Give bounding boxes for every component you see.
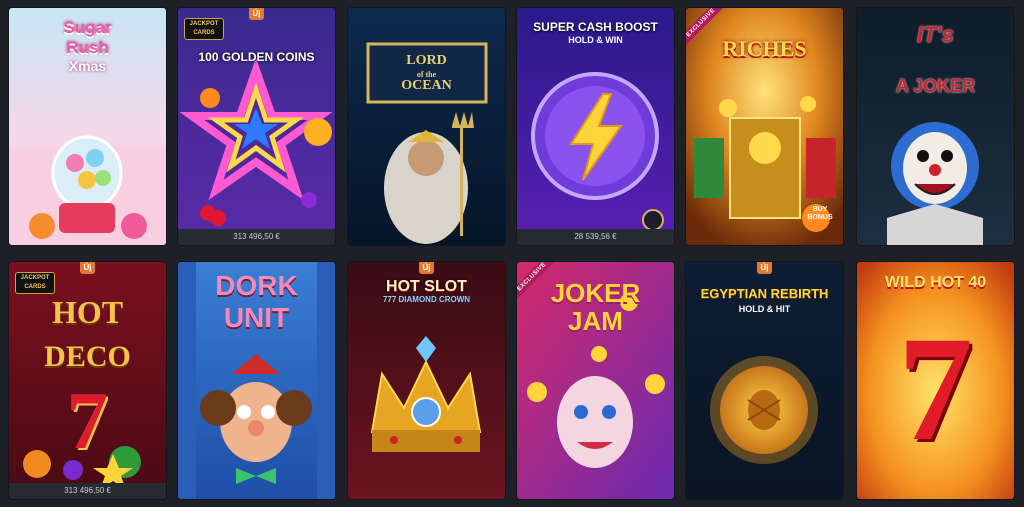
jackpot-amount: 313 496,50 €: [9, 483, 166, 499]
game-tile-riches[interactable]: EXCLUSIVE RICHES BUY BONUS: [686, 8, 843, 245]
new-badge: Új: [80, 262, 95, 274]
game-tile-sugar-rush-xmas[interactable]: Sugar Rush Xmas: [9, 8, 166, 245]
game-title-line1: HOT: [51, 294, 124, 330]
game-title-line2: HOLD & HIT: [738, 304, 791, 314]
game-title-line3: Xmas: [68, 58, 107, 74]
game-title-line3: OCEAN: [401, 78, 452, 93]
game-title-line2: Rush: [66, 38, 109, 57]
game-tile-lord-of-the-ocean[interactable]: LORD of the OCEAN: [348, 8, 505, 245]
game-title-line1: EGYPTIAN REBIRTH: [700, 286, 829, 301]
buy-bonus-label: BUY BONUS: [807, 206, 833, 221]
game-title-line1: Sugar: [63, 18, 112, 37]
game-title: RICHES: [722, 36, 807, 61]
game-title-line1: SUPER CASH BOOST: [533, 20, 658, 34]
game-title-line1: JOKER: [550, 278, 641, 308]
lucky-seven-symbol: 7: [67, 375, 108, 466]
game-tile-egyptian-rebirth[interactable]: Új EGYPTIAN REBIRTH HOLD & HIT: [686, 262, 843, 499]
game-tile-super-cash-boost[interactable]: SUPER CASH BOOST HOLD & WIN 28 539,56 €: [517, 8, 674, 245]
new-badge: Új: [249, 8, 264, 20]
game-title: WILD HOT 40: [884, 274, 987, 291]
game-title-line2: A JOKER: [895, 76, 976, 96]
game-title-line1: LORD: [406, 53, 447, 68]
jackpot-amount: 28 539,56 €: [517, 229, 674, 245]
game-tile-hot-deco[interactable]: JACKPOT CARDS Új HOT DECO 7 313 496,50 €: [9, 262, 166, 499]
jackpot-cards-logo: JACKPOT CARDS: [15, 272, 55, 294]
game-title-line2: DECO: [44, 340, 131, 373]
game-tile-hot-slot-diamond-crown[interactable]: Új HOT SLOT 777 DIAMOND CROWN: [348, 262, 505, 499]
game-title: 100 GOLDEN COINS: [198, 50, 315, 64]
game-title-line2: UNIT: [223, 302, 290, 333]
game-grid: Sugar Rush Xmas JACKPOT CARDS Új 100 GOL…: [0, 0, 1024, 507]
game-tile-joker-jam[interactable]: EXCLUSIVE JOKER JAM: [517, 262, 674, 499]
game-thumbnail: [178, 8, 335, 245]
game-title-line2: 777 DIAMOND CROWN: [382, 295, 471, 304]
game-title-line1: DORK: [215, 270, 298, 301]
jackpot-amount: 313 496,50 €: [178, 229, 335, 245]
new-badge: Új: [757, 262, 772, 274]
game-tile-wild-hot-40[interactable]: WILD HOT 40 7: [857, 262, 1014, 499]
game-title-line1: HOT SLOT: [386, 278, 467, 295]
jackpot-cards-logo: JACKPOT CARDS: [184, 18, 224, 40]
game-tile-100-golden-coins[interactable]: JACKPOT CARDS Új 100 GOLDEN COINS 313 496…: [178, 8, 335, 245]
game-title-line1: IT's: [916, 22, 955, 47]
game-title-line2: JAM: [568, 306, 623, 336]
new-badge: Új: [419, 262, 434, 274]
game-tile-its-a-joker[interactable]: IT's A JOKER: [857, 8, 1014, 245]
game-thumbnail: [348, 8, 505, 245]
game-title-line2: HOLD & WIN: [568, 35, 623, 45]
lucky-seven-symbol: 7: [898, 306, 973, 472]
game-tile-dork-unit[interactable]: DORK UNIT: [178, 262, 335, 499]
